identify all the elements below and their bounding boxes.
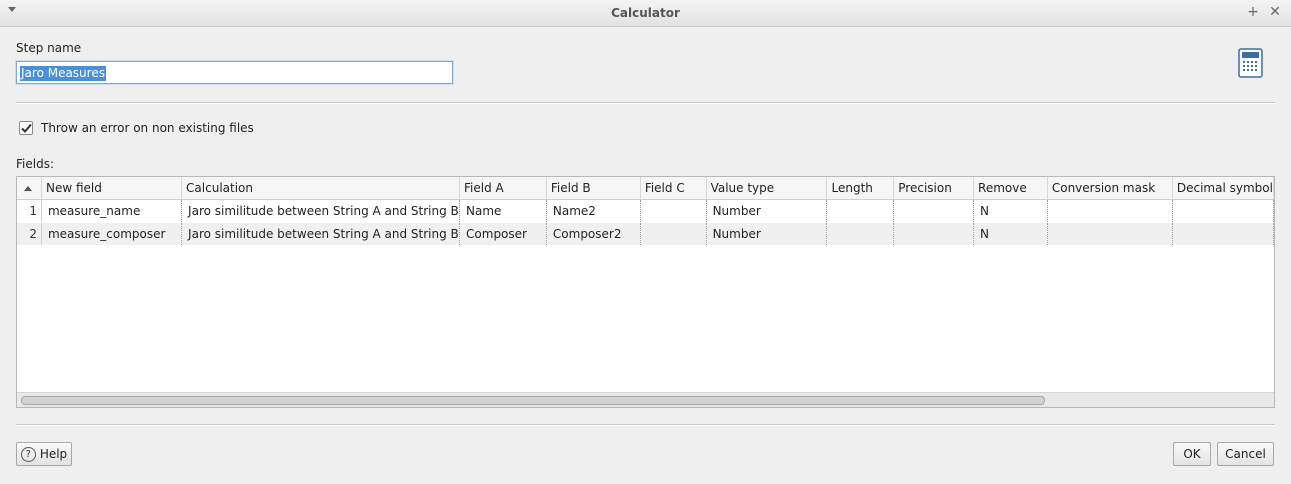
maximize-icon[interactable]: + — [1246, 4, 1260, 20]
col-precision[interactable]: Precision — [893, 177, 975, 200]
checkmark-icon — [21, 123, 32, 133]
ok-button[interactable]: OK — [1173, 442, 1211, 466]
col-value-type[interactable]: Value type — [706, 177, 828, 200]
cell-value-type[interactable]: Number — [706, 199, 828, 223]
help-icon: ? — [20, 447, 36, 462]
col-new-field[interactable]: New field — [41, 177, 183, 200]
cell-precision[interactable] — [893, 199, 975, 223]
step-name-input[interactable]: Jaro Measures — [16, 61, 453, 84]
fields-table-grid: New field Calculation Field A Field B Fi… — [17, 177, 1274, 246]
sort-ascending-icon — [24, 186, 32, 191]
col-remove[interactable]: Remove — [973, 177, 1048, 200]
cell-field-a[interactable]: Name — [459, 199, 547, 223]
scrollbar-thumb[interactable] — [21, 396, 1045, 405]
step-name-value: Jaro Measures — [20, 66, 106, 81]
row-number: 1 — [17, 199, 42, 223]
row-number: 2 — [17, 222, 42, 246]
table-row[interactable]: 2 measure_composer Jaro similitude betwe… — [17, 222, 1274, 246]
calculator-icon — [1238, 48, 1263, 78]
cell-field-b[interactable]: Composer2 — [546, 222, 641, 246]
cell-value-type[interactable]: Number — [706, 222, 828, 246]
cell-field-a[interactable]: Composer — [459, 222, 547, 246]
cell-calculation[interactable]: Jaro similitude between String A and Str… — [181, 199, 461, 223]
cell-precision[interactable] — [893, 222, 975, 246]
step-name-label: Step name — [16, 41, 82, 55]
cell-length[interactable] — [826, 199, 895, 223]
cell-calculation[interactable]: Jaro similitude between String A and Str… — [181, 222, 461, 246]
col-field-c[interactable]: Field C — [640, 177, 707, 200]
horizontal-scrollbar[interactable] — [17, 392, 1274, 407]
col-length[interactable]: Length — [826, 177, 895, 200]
cell-field-b[interactable]: Name2 — [546, 199, 641, 223]
title-bar: Calculator + ✕ — [0, 0, 1291, 27]
table-header-row: New field Calculation Field A Field B Fi… — [17, 177, 1274, 200]
fields-table[interactable]: New field Calculation Field A Field B Fi… — [16, 176, 1275, 408]
col-conversion-mask[interactable]: Conversion mask — [1047, 177, 1173, 200]
cell-decimal-symbol[interactable] — [1172, 222, 1274, 246]
throw-error-checkbox[interactable] — [19, 121, 33, 135]
col-calculation[interactable]: Calculation — [181, 177, 461, 200]
help-button-label: Help — [39, 447, 68, 461]
help-button[interactable]: ? Help — [16, 442, 72, 466]
cell-remove[interactable]: N — [973, 199, 1048, 223]
table-row[interactable]: 1 measure_name Jaro similitude between S… — [17, 199, 1274, 223]
close-icon[interactable]: ✕ — [1268, 4, 1282, 20]
cell-new-field[interactable]: measure_composer — [41, 222, 183, 246]
col-field-a[interactable]: Field A — [459, 177, 547, 200]
cell-conversion-mask[interactable] — [1047, 199, 1173, 223]
col-decimal-symbol[interactable]: Decimal symbol — [1172, 177, 1274, 200]
separator — [16, 102, 1275, 104]
window-title: Calculator — [611, 6, 680, 20]
cell-decimal-symbol[interactable] — [1172, 199, 1274, 223]
fields-label: Fields: — [16, 157, 54, 171]
cell-new-field[interactable]: measure_name — [41, 199, 183, 223]
col-field-b[interactable]: Field B — [546, 177, 641, 200]
cell-remove[interactable]: N — [973, 222, 1048, 246]
cell-length[interactable] — [826, 222, 895, 246]
sort-column-header[interactable] — [17, 177, 42, 200]
throw-error-label: Throw an error on non existing files — [41, 121, 254, 135]
cell-conversion-mask[interactable] — [1047, 222, 1173, 246]
cell-field-c[interactable] — [640, 199, 707, 223]
separator — [16, 424, 1275, 426]
cell-field-c[interactable] — [640, 222, 707, 246]
cancel-button[interactable]: Cancel — [1217, 442, 1274, 466]
